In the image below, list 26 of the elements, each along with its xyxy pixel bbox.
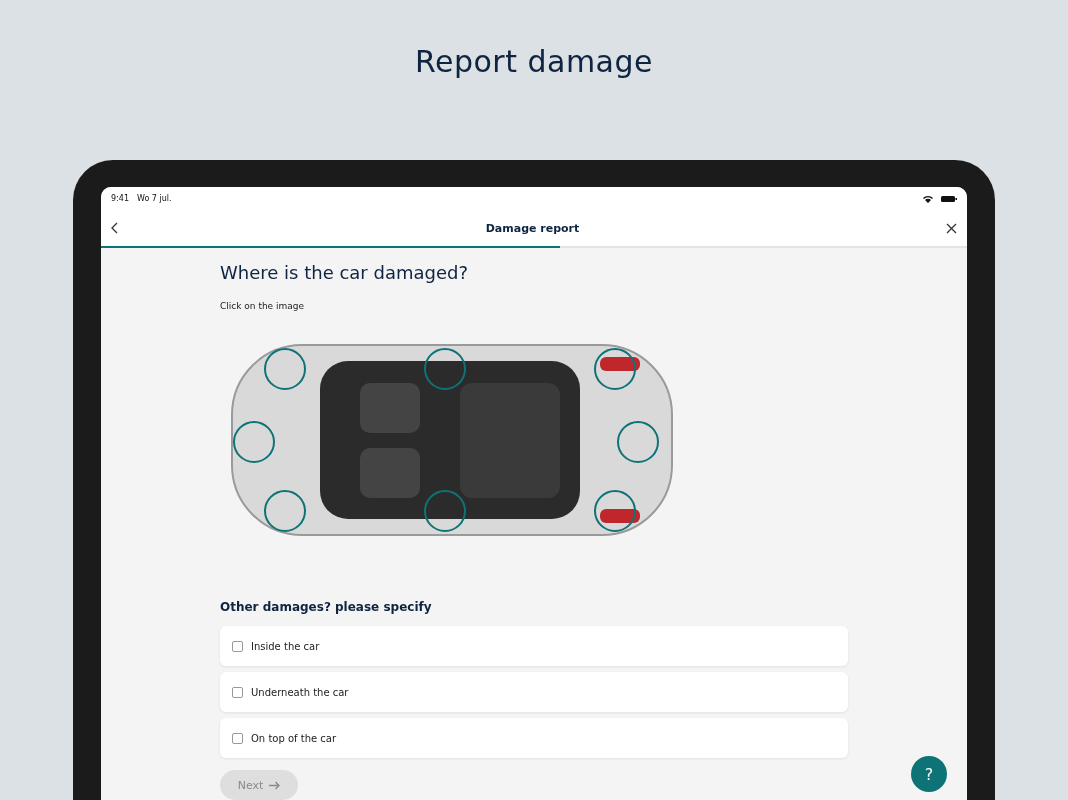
status-date: Wo 7 jul. (136, 194, 172, 203)
checkbox[interactable] (232, 732, 243, 744)
option-card[interactable]: Inside the car (220, 626, 848, 666)
battery-icon (941, 194, 957, 203)
hotspot-circle[interactable] (264, 348, 306, 390)
page-title: Report damage (415, 44, 653, 81)
header-title: Damage report (485, 221, 580, 235)
option-card[interactable]: On top of the car (220, 718, 848, 758)
hotspot-circle[interactable] (264, 490, 306, 532)
checkbox[interactable] (232, 686, 243, 698)
option-card[interactable]: Underneath the car (220, 672, 848, 712)
help-button[interactable]: ? (911, 756, 947, 792)
wifi-icon (923, 194, 933, 203)
section-title: Other damages? please specify (220, 600, 433, 614)
option-label: Inside the car (251, 640, 320, 652)
question-hint: Click on the image (220, 301, 306, 311)
arrow-right-icon (269, 780, 281, 790)
back-icon[interactable] (111, 222, 119, 234)
option-label: On top of the car (251, 732, 337, 744)
status-time: 9:41 (111, 194, 129, 203)
question-title: Where is the car damaged? (220, 262, 469, 283)
option-label: Underneath the car (251, 686, 349, 698)
hotspot-circle[interactable] (424, 490, 466, 532)
close-icon[interactable] (946, 222, 957, 234)
hotspot-circle[interactable] (424, 348, 466, 390)
checkbox[interactable] (232, 640, 243, 652)
